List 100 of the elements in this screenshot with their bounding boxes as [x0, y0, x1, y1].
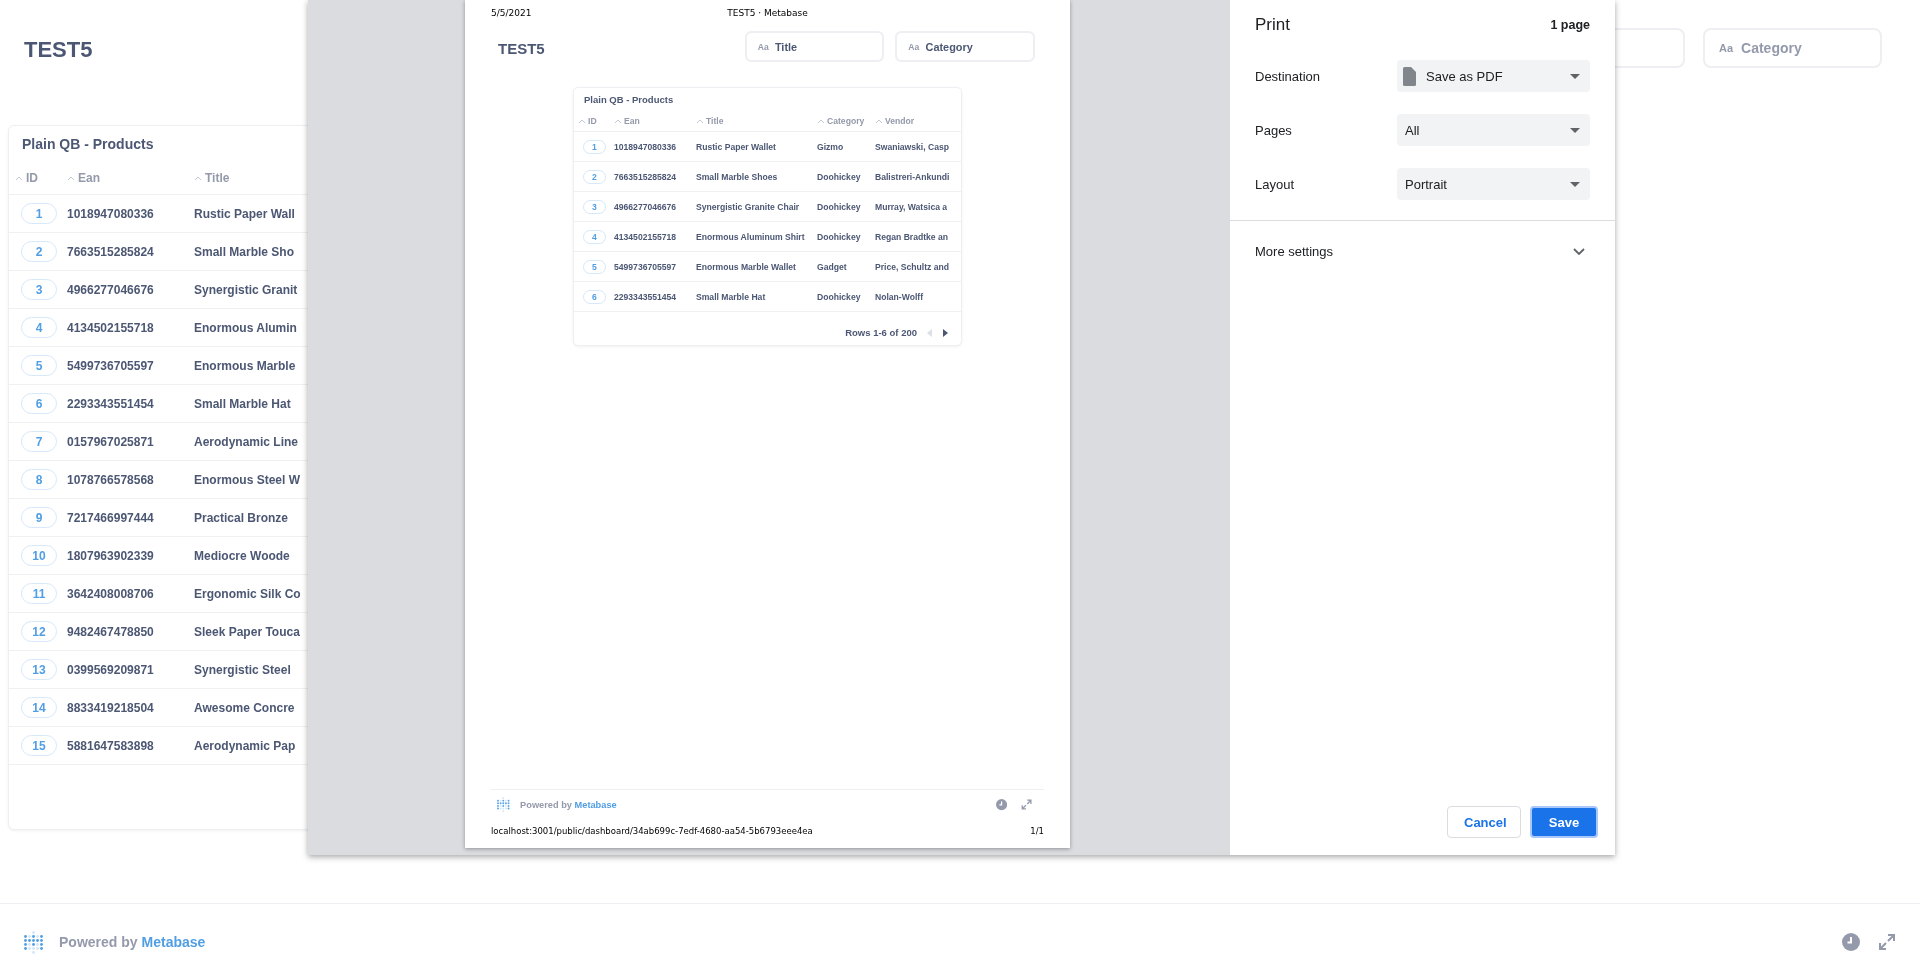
sort-icon	[67, 175, 75, 181]
table-cell: Awesome Concre	[194, 700, 295, 715]
select-field[interactable]: Save as PDF	[1397, 60, 1590, 92]
page-count: 1 page	[1550, 18, 1590, 32]
sort-icon	[578, 118, 586, 125]
page-number: 1/1	[1030, 826, 1044, 836]
setting-label: Pages	[1255, 122, 1292, 138]
card-title: Plain QB - Products	[583, 94, 674, 106]
table-cell: 3642408008706	[67, 586, 154, 601]
sort-icon	[15, 175, 23, 181]
caret-icon	[1570, 181, 1580, 187]
table-cell: Price, Schultz and	[875, 261, 950, 272]
table-cell: Small Marble Hat	[696, 291, 766, 302]
sort-icon	[194, 175, 202, 181]
logo-icon	[497, 797, 511, 813]
table-cell: 7663515285824	[67, 244, 154, 259]
logo-icon	[24, 930, 45, 954]
table-cell: Aerodynamic Line	[194, 434, 299, 449]
table-cell: 1018947080336	[67, 206, 154, 221]
table-cell: 0399569209871	[67, 662, 154, 677]
print-date: 5/5/2021	[491, 8, 533, 18]
powered-by-text: Powered by	[520, 800, 572, 810]
dashboard-title: TEST5	[24, 37, 93, 63]
filter-field[interactable]: Aa Category	[1703, 28, 1882, 68]
table-cell: Gizmo	[817, 141, 844, 152]
save-button[interactable]: Save	[1530, 806, 1598, 838]
table-cell: 8833419218504	[67, 700, 154, 715]
table-cell: Murray, Watsica a	[875, 201, 948, 212]
table-cell: Aerodynamic Pap	[194, 738, 296, 753]
column-header[interactable]: Category	[827, 116, 865, 127]
table-cell: Sleek Paper Touca	[194, 624, 300, 639]
table-cell: Nolan-Wolff	[875, 291, 924, 302]
table-cell: Doohickey	[817, 171, 861, 182]
table-cell: Doohickey	[817, 291, 861, 302]
dashboard-title: TEST5	[498, 40, 545, 57]
table-cell: 4134502155718	[67, 320, 154, 335]
table-cell: Small Marble Shoes	[696, 171, 778, 182]
card-title: Plain QB - Products	[21, 136, 154, 152]
table-cell: 2293343551454	[614, 291, 677, 302]
table-cell: 1078766578568	[67, 472, 154, 487]
table-cell: Small Marble Sho	[194, 244, 295, 259]
sort-icon	[696, 118, 704, 125]
brand-link[interactable]: Metabase	[574, 800, 617, 810]
print-header-title: TEST5 · Metabase	[727, 8, 808, 18]
table-cell: Enormous Aluminum Shirt	[696, 231, 805, 242]
table-cell: 7217466997444	[67, 510, 154, 525]
table-cell: Synergistic Granit	[194, 282, 298, 297]
table-cell: Ergonomic Silk Co	[194, 586, 301, 601]
next-page-icon[interactable]	[943, 328, 949, 337]
filter-field[interactable]: Aa Category	[895, 31, 1035, 63]
filter-label: Category	[1741, 40, 1802, 56]
filter-label: Category	[925, 40, 973, 53]
sort-icon	[817, 118, 825, 125]
table-cell: Enormous Alumin	[194, 320, 297, 335]
rows-count: Rows 1-6 of 200	[845, 327, 917, 339]
filter-field[interactable]: Aa Title	[744, 31, 885, 63]
table-cell: Enormous Marble	[194, 358, 296, 373]
table-cell: 9482467478850	[67, 624, 154, 639]
table-cell: Doohickey	[817, 231, 861, 242]
table-cell: Balistreri-Ankundi	[875, 171, 950, 182]
sort-icon	[614, 118, 622, 125]
brand-link[interactable]: Metabase	[141, 934, 206, 950]
expand-icon	[1020, 799, 1032, 811]
table-cell: Small Marble Hat	[194, 396, 291, 411]
expand-icon	[1878, 933, 1896, 951]
table-cell: 1807963902339	[67, 548, 154, 563]
table-cell: 4966277046676	[614, 201, 677, 212]
dialog-title: Print	[1255, 15, 1290, 35]
cancel-button[interactable]: Cancel	[1447, 806, 1521, 838]
column-header[interactable]: Title	[706, 116, 724, 127]
setting-label: Destination	[1255, 68, 1321, 84]
select-field[interactable]: Portrait	[1397, 168, 1590, 200]
table-cell: Synergistic Granite Chair	[696, 201, 800, 212]
setting-label: Layout	[1255, 176, 1295, 192]
caret-icon	[1570, 73, 1580, 79]
table-cell: 5881647583898	[67, 738, 154, 753]
select-field[interactable]: All	[1397, 114, 1590, 146]
column-header[interactable]: Vendor	[885, 116, 915, 127]
column-header[interactable]: ID	[26, 171, 38, 185]
table-cell: Enormous Steel W	[194, 472, 300, 487]
column-header[interactable]: ID	[588, 116, 597, 127]
table-cell: 0157967025871	[67, 434, 154, 449]
more-settings-toggle[interactable]: More settings	[1230, 221, 1615, 281]
table-cell: 5499736705597	[67, 358, 154, 373]
filter-label: Title	[774, 40, 798, 53]
table-cell: 4134502155718	[614, 231, 677, 242]
table-cell: Swaniawski, Casp	[875, 141, 950, 152]
table-cell: Doohickey	[817, 201, 861, 212]
column-header[interactable]: Ean	[78, 171, 100, 185]
table-cell: Enormous Marble Wallet	[696, 261, 796, 272]
table-cell: Synergistic Steel	[194, 662, 291, 677]
table-cell: Gadget	[817, 261, 847, 272]
clock-icon	[1842, 933, 1860, 951]
column-header[interactable]: Ean	[624, 116, 640, 127]
text-type-label: Aa	[757, 41, 769, 52]
table-cell: Rustic Paper Wallet	[696, 141, 776, 152]
table-cell: Rustic Paper Wall	[194, 206, 295, 221]
page-url: localhost:3001/public/dashboard/34ab699c-7edf-4680-aa54-5b6793eee4ea	[491, 826, 813, 836]
column-header[interactable]: Title	[205, 171, 230, 185]
table-cell: 4966277046676	[67, 282, 154, 297]
